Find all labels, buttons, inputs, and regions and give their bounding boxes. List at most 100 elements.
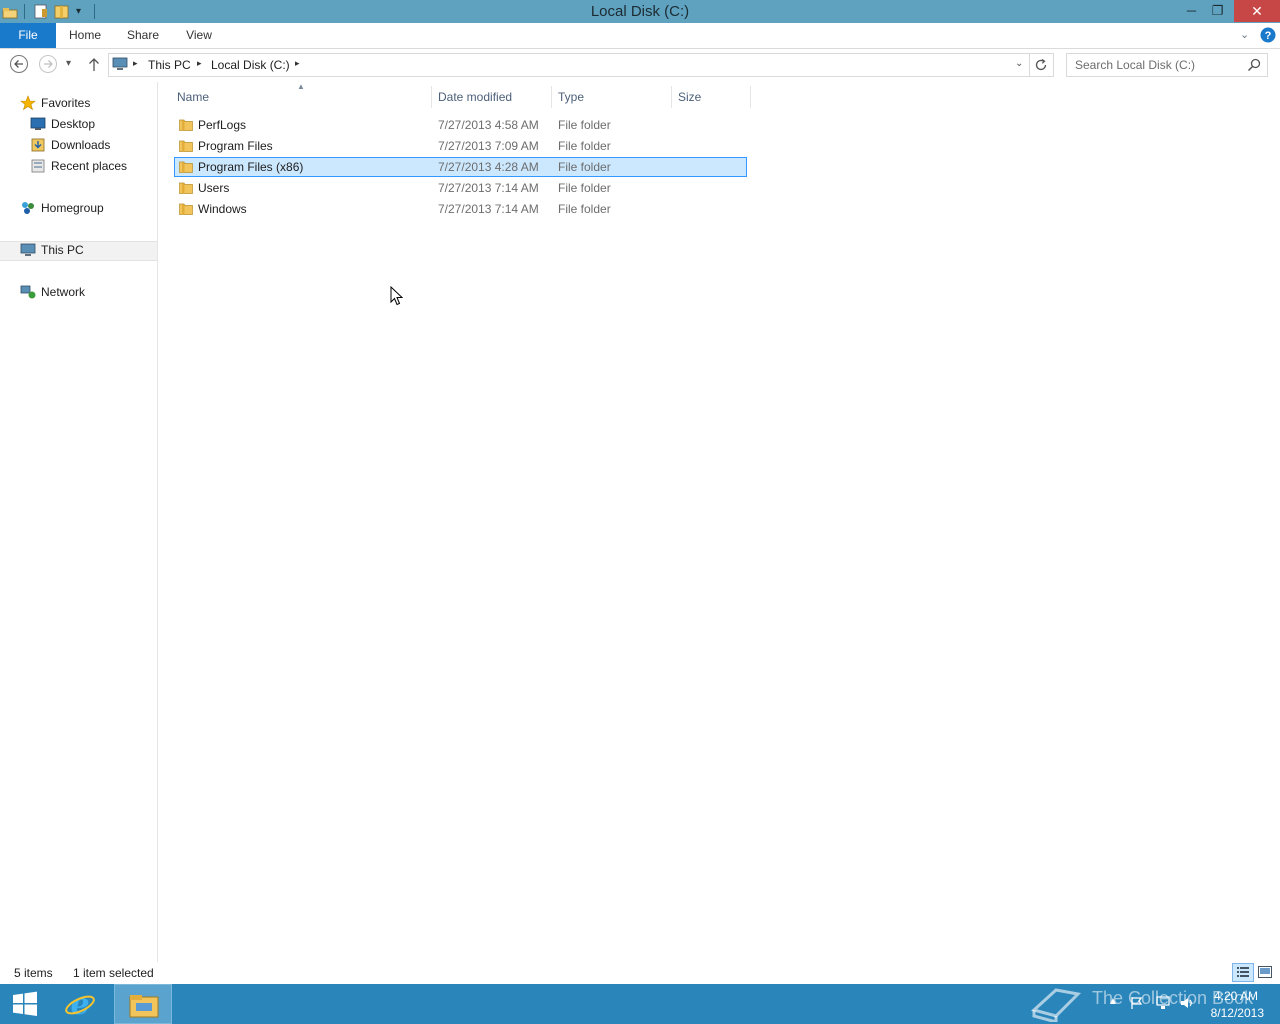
network-icon: [20, 285, 36, 299]
file-name: Windows: [198, 202, 247, 216]
svg-text:?: ?: [1265, 30, 1272, 42]
search-icon[interactable]: [1247, 58, 1261, 72]
breadcrumb-separator-icon[interactable]: ▸: [133, 58, 138, 69]
file-row-users[interactable]: Users 7/27/2013 7:14 AM File folder: [174, 178, 747, 198]
tray-clock-time[interactable]: 4:20 AM: [1200, 989, 1258, 1003]
file-row-perflogs[interactable]: PerfLogs 7/27/2013 4:58 AM File folder: [174, 115, 747, 135]
title-bar[interactable]: [0, 0, 1280, 23]
folder-icon: [179, 140, 193, 152]
taskbar-file-explorer[interactable]: [114, 984, 172, 1024]
recent-places-icon: [31, 159, 45, 173]
status-selection: 1 item selected: [73, 966, 154, 980]
breadcrumb-separator-icon[interactable]: ▸: [197, 58, 202, 69]
column-header-size[interactable]: Size: [678, 86, 746, 108]
search-box[interactable]: [1066, 53, 1268, 77]
star-icon: [20, 95, 36, 111]
folder-icon: [179, 203, 193, 215]
file-row-program-files[interactable]: Program Files 7/27/2013 7:09 AM File fol…: [174, 136, 747, 156]
watermark-book-icon: [1030, 988, 1082, 1022]
up-arrow-icon[interactable]: [86, 56, 102, 73]
folder-icon: [179, 182, 193, 194]
recent-locations-chevron-icon[interactable]: ▾: [66, 58, 71, 69]
back-arrow-icon[interactable]: [9, 54, 29, 74]
file-name: Program Files: [198, 139, 273, 153]
file-name: Program Files (x86): [198, 160, 304, 174]
details-view-icon: [1237, 967, 1249, 977]
status-item-count: 5 items: [14, 966, 53, 980]
file-row-program-files-x86[interactable]: Program Files (x86) 7/27/2013 4:28 AM Fi…: [174, 157, 747, 177]
internet-explorer-icon[interactable]: e: [63, 987, 97, 1021]
tab-share[interactable]: Share: [122, 23, 164, 48]
volume-icon[interactable]: [1179, 996, 1195, 1010]
restore-button[interactable]: ❐: [1204, 0, 1231, 22]
expand-ribbon-chevron-icon[interactable]: ⌄: [1240, 28, 1249, 41]
tab-home[interactable]: Home: [64, 23, 106, 48]
column-header-type[interactable]: Type: [558, 86, 666, 108]
breadcrumb-this-pc[interactable]: This PC: [148, 54, 191, 76]
breadcrumb-local-disk[interactable]: Local Disk (C:): [211, 54, 290, 76]
nav-favorites[interactable]: Favorites: [41, 93, 90, 113]
explorer-window-icon[interactable]: [2, 3, 18, 20]
minimize-button[interactable]: ─: [1178, 0, 1205, 22]
properties-icon[interactable]: [33, 3, 49, 20]
file-type: File folder: [558, 202, 611, 216]
tab-view[interactable]: View: [180, 23, 218, 48]
computer-icon: [112, 57, 128, 70]
file-date-modified: 7/27/2013 7:09 AM: [438, 139, 539, 153]
computer-icon: [20, 243, 36, 256]
column-header-name[interactable]: Name: [177, 86, 427, 108]
column-divider[interactable]: [431, 86, 432, 108]
new-folder-icon[interactable]: [54, 3, 70, 20]
help-icon[interactable]: ?: [1260, 27, 1276, 43]
column-header-date-modified[interactable]: Date modified: [438, 86, 546, 108]
file-type: File folder: [558, 118, 611, 132]
address-bar[interactable]: ▸ This PC ▸ Local Disk (C:) ▸ ⌄: [108, 53, 1030, 77]
details-view-button[interactable]: [1232, 963, 1254, 982]
file-type: File folder: [558, 181, 611, 195]
close-button[interactable]: ✕: [1234, 0, 1280, 22]
status-bar: [0, 962, 1280, 984]
windows-start-icon[interactable]: [11, 990, 39, 1018]
breadcrumb-separator-icon[interactable]: ▸: [295, 58, 300, 69]
nav-recent-places[interactable]: Recent places: [51, 156, 127, 176]
file-type: File folder: [558, 160, 611, 174]
file-row-windows[interactable]: Windows 7/27/2013 7:14 AM File folder: [174, 199, 747, 219]
folder-icon: [179, 161, 193, 173]
file-name: PerfLogs: [198, 118, 247, 132]
show-hidden-icons-chevron-icon[interactable]: ▲: [1108, 996, 1118, 1007]
customize-qat-chevron-icon[interactable]: ▾: [76, 6, 81, 17]
nav-this-pc[interactable]: This PC: [41, 240, 84, 260]
nav-homegroup[interactable]: Homegroup: [41, 198, 104, 218]
nav-downloads[interactable]: Downloads: [51, 135, 110, 155]
qat-divider: [24, 4, 25, 19]
refresh-icon: [1035, 58, 1047, 71]
network-tray-icon[interactable]: [1155, 996, 1171, 1010]
address-history-chevron-icon[interactable]: ⌄: [1015, 58, 1023, 69]
forward-arrow-icon[interactable]: [38, 54, 58, 74]
qat-divider: [94, 4, 95, 19]
file-explorer-icon: [129, 995, 159, 1018]
column-divider[interactable]: [671, 86, 672, 108]
folder-icon: [179, 119, 193, 131]
column-divider[interactable]: [551, 86, 552, 108]
nav-network[interactable]: Network: [41, 282, 85, 302]
file-date-modified: 7/27/2013 7:14 AM: [438, 202, 539, 216]
tab-file[interactable]: File: [0, 23, 56, 48]
nav-desktop[interactable]: Desktop: [51, 114, 95, 134]
column-divider[interactable]: [750, 86, 751, 108]
mouse-cursor-icon: [390, 286, 403, 306]
downloads-icon: [31, 138, 45, 152]
desktop-icon: [30, 117, 46, 130]
file-date-modified: 7/27/2013 4:28 AM: [438, 160, 539, 174]
refresh-button[interactable]: [1029, 53, 1054, 77]
svg-text:e: e: [70, 987, 89, 1021]
file-type: File folder: [558, 139, 611, 153]
large-icons-view-icon[interactable]: [1258, 966, 1272, 978]
homegroup-icon: [22, 202, 34, 214]
file-name: Users: [198, 181, 230, 195]
search-input[interactable]: [1067, 54, 1245, 76]
action-center-flag-icon[interactable]: [1130, 996, 1144, 1010]
file-date-modified: 7/27/2013 7:14 AM: [438, 181, 539, 195]
file-date-modified: 7/27/2013 4:58 AM: [438, 118, 539, 132]
tray-clock-date[interactable]: 8/12/2013: [1200, 1006, 1264, 1020]
